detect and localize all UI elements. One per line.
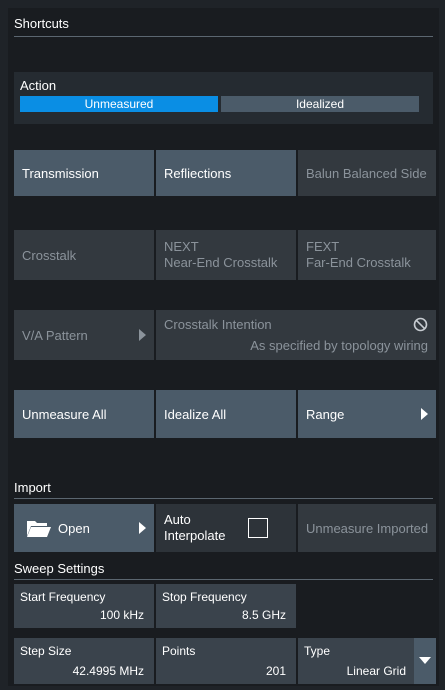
action-group: Action Unmeasured Idealized: [14, 72, 433, 124]
start-frequency-field[interactable]: Start Frequency 100 kHz: [14, 584, 154, 628]
shortcuts-divider: [14, 36, 433, 37]
crosstalk-intention-field[interactable]: Crosstalk Intention As specified by topo…: [156, 310, 436, 360]
balun-balanced-side-button[interactable]: Balun Balanced Side: [298, 150, 436, 196]
shortcuts-title: Shortcuts: [14, 16, 69, 31]
next-label: NEXT: [164, 239, 199, 254]
auto-interpolate-sublabel: Interpolate: [164, 528, 226, 543]
transmission-button[interactable]: Transmission: [14, 150, 154, 196]
fext-sublabel: Far-End Crosstalk: [306, 255, 411, 270]
stop-frequency-label: Stop Frequency: [162, 590, 247, 604]
auto-interpolate-label: Auto: [164, 512, 191, 527]
sweep-settings-divider: [14, 579, 433, 580]
open-label: Open: [58, 520, 90, 536]
step-size-value: 42.4995 MHz: [72, 664, 144, 678]
sweep-settings-title: Sweep Settings: [14, 561, 105, 576]
folder-open-icon: [27, 521, 51, 537]
open-arrow-icon: [139, 522, 146, 534]
action-option-unmeasured[interactable]: Unmeasured: [20, 96, 218, 112]
idealize-all-label: Idealize All: [164, 406, 227, 422]
import-title: Import: [14, 480, 51, 495]
step-size-label: Step Size: [20, 644, 72, 658]
points-value: 201: [265, 664, 286, 678]
idealize-all-button[interactable]: Idealize All: [156, 390, 296, 438]
start-frequency-value: 100 kHz: [99, 608, 144, 622]
action-label: Action: [20, 78, 57, 93]
crosstalk-label: Crosstalk: [22, 247, 77, 263]
stop-frequency-field[interactable]: Stop Frequency 8.5 GHz: [156, 584, 296, 628]
reflections-button[interactable]: Refliections: [156, 150, 296, 196]
shortcuts-panel: Shortcuts Action Unmeasured Idealized Tr…: [8, 8, 439, 686]
chevron-down-icon: [419, 657, 431, 664]
transmission-label: Transmission: [22, 165, 99, 181]
unmeasure-all-label: Unmeasure All: [22, 406, 107, 422]
stop-frequency-value: 8.5 GHz: [241, 608, 286, 622]
auto-interpolate-checkbox[interactable]: [248, 518, 268, 538]
type-value: Linear Grid: [346, 664, 406, 678]
fext-label: FEXT: [306, 239, 340, 254]
crosstalk-intention-label: Crosstalk Intention: [164, 317, 272, 332]
next-sublabel: Near-End Crosstalk: [164, 255, 278, 270]
unmeasure-imported-button[interactable]: Unmeasure Imported: [298, 504, 436, 552]
balun-label: Balun Balanced Side: [306, 165, 427, 181]
type-label: Type: [304, 644, 331, 658]
prohibited-icon: [413, 317, 428, 332]
action-option-idealized[interactable]: Idealized: [221, 96, 419, 112]
crosstalk-button[interactable]: Crosstalk: [14, 230, 154, 280]
points-label: Points: [162, 644, 196, 658]
next-button[interactable]: NEXT Near-End Crosstalk: [156, 230, 296, 280]
range-button[interactable]: Range: [298, 390, 436, 438]
unmeasure-imported-label: Unmeasure Imported: [306, 520, 429, 536]
va-pattern-button[interactable]: V/A Pattern: [14, 310, 154, 360]
auto-interpolate-toggle[interactable]: Auto Interpolate: [156, 504, 296, 552]
crosstalk-intention-value: As specified by topology wiring: [250, 338, 428, 353]
start-frequency-label: Start Frequency: [20, 590, 106, 604]
step-size-field[interactable]: Step Size 42.4995 MHz: [14, 638, 154, 684]
open-button[interactable]: Open: [14, 504, 154, 552]
range-label: Range: [306, 406, 345, 422]
type-dropdown-button[interactable]: [414, 638, 436, 684]
reflections-label: Refliections: [164, 165, 232, 181]
import-divider: [14, 498, 433, 499]
range-arrow-icon: [421, 408, 428, 420]
points-field[interactable]: Points 201: [156, 638, 296, 684]
va-pattern-arrow-icon: [139, 329, 146, 341]
va-pattern-label: V/A Pattern: [22, 327, 88, 343]
fext-button[interactable]: FEXT Far-End Crosstalk: [298, 230, 436, 280]
unmeasure-all-button[interactable]: Unmeasure All: [14, 390, 154, 438]
type-select[interactable]: Type Linear Grid: [298, 638, 436, 684]
